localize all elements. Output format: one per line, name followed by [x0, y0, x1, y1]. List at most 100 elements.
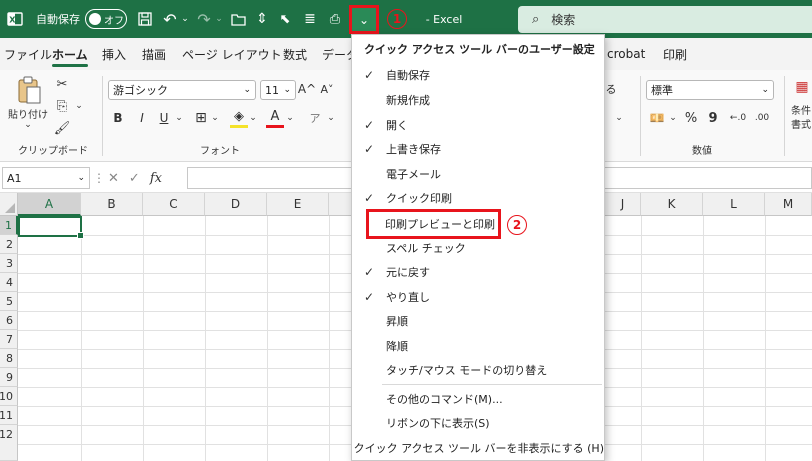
- cut-icon[interactable]: ✂: [52, 74, 72, 94]
- font-color-icon[interactable]: A: [266, 108, 284, 128]
- row-header-1[interactable]: 1: [0, 216, 18, 235]
- conditional-format-label-1[interactable]: 条件: [790, 102, 812, 117]
- shrink-font-button[interactable]: A˅: [318, 79, 336, 99]
- menu-item-quick-print[interactable]: ✓ クイック印刷: [352, 186, 604, 210]
- more-options-icon[interactable]: ⋮: [93, 169, 105, 187]
- paste-dropdown-icon[interactable]: ⌄: [20, 120, 36, 130]
- column-header-k[interactable]: K: [641, 193, 703, 216]
- name-box[interactable]: A1 ⌄: [2, 167, 90, 189]
- redo-dropdown-icon[interactable]: ⌄: [214, 0, 224, 38]
- fill-color-dropdown-icon[interactable]: ⌄: [248, 108, 258, 128]
- copy-dropdown-icon[interactable]: ⌄: [74, 98, 84, 114]
- menu-item-undo[interactable]: ✓ 元に戻す: [352, 260, 604, 284]
- underline-button[interactable]: U: [156, 108, 172, 128]
- row-header-11[interactable]: 11: [0, 406, 18, 425]
- number-format-select[interactable]: 標準 ⌄: [646, 80, 774, 100]
- redo-icon[interactable]: ↷: [194, 0, 214, 38]
- menu-item-print-preview[interactable]: 印刷プレビューと印刷: [366, 209, 501, 239]
- phonetic-icon[interactable]: ア: [306, 108, 324, 128]
- qat-customize-dropdown-button[interactable]: ⌄: [349, 5, 379, 34]
- menu-item-touch-mouse-mode[interactable]: タッチ/マウス モードの切り替え: [352, 358, 604, 382]
- grow-font-button[interactable]: A^: [298, 79, 316, 99]
- column-header-f[interactable]: [329, 193, 352, 216]
- column-header-c[interactable]: C: [143, 193, 205, 216]
- menu-item-sort-descending[interactable]: 降順: [352, 334, 604, 358]
- paste-button[interactable]: 貼り付け: [8, 106, 48, 121]
- tab-acrobat[interactable]: crobat: [607, 38, 645, 70]
- tab-formulas[interactable]: 数式: [283, 38, 307, 70]
- row-header-3[interactable]: 3: [0, 254, 18, 273]
- italic-button[interactable]: I: [134, 108, 150, 128]
- print-icon[interactable]: ⎙: [324, 0, 346, 38]
- column-header-d[interactable]: D: [205, 193, 267, 216]
- column-header-b[interactable]: B: [81, 193, 143, 216]
- save-icon[interactable]: [135, 0, 155, 38]
- column-header-a[interactable]: A: [18, 193, 81, 216]
- menu-item-hide-qat[interactable]: クイック アクセス ツール バーを非表示にする (H): [352, 436, 604, 460]
- menu-item-show-below-ribbon[interactable]: リボンの下に表示(S): [352, 411, 604, 435]
- cancel-icon[interactable]: ✕: [108, 171, 119, 186]
- bold-button[interactable]: B: [110, 108, 126, 128]
- insert-function-button[interactable]: fx: [150, 171, 162, 186]
- row-header-2[interactable]: 2: [0, 235, 18, 254]
- currency-dropdown-icon[interactable]: ⌄: [668, 108, 678, 128]
- pointer-icon[interactable]: ⬉: [276, 0, 294, 38]
- format-painter-icon[interactable]: 🖌: [52, 118, 72, 138]
- tab-file[interactable]: ファイル: [4, 38, 52, 70]
- paste-icon[interactable]: [14, 74, 44, 106]
- comma-button[interactable]: 9: [706, 108, 720, 128]
- form-icon[interactable]: ≣: [300, 0, 320, 38]
- phonetic-dropdown-icon[interactable]: ⌄: [326, 108, 336, 128]
- alignment-dropdown-icon[interactable]: ⌄: [614, 110, 624, 126]
- font-size-select[interactable]: 11 ⌄: [260, 80, 296, 100]
- select-all-button[interactable]: [0, 193, 18, 216]
- tab-draw[interactable]: 描画: [142, 38, 166, 70]
- fill-color-icon[interactable]: ◈: [230, 108, 248, 128]
- menu-item-redo[interactable]: ✓ やり直し: [352, 285, 604, 309]
- menu-item-more-commands[interactable]: その他のコマンド(M)...: [352, 387, 604, 411]
- undo-icon[interactable]: ↶: [160, 0, 180, 38]
- menu-item-new[interactable]: 新規作成: [352, 88, 604, 112]
- menu-item-autosave[interactable]: ✓ 自動保存: [352, 63, 604, 87]
- menu-item-sort-ascending[interactable]: 昇順: [352, 309, 604, 333]
- tab-page-layout[interactable]: ページ レイアウト: [182, 38, 282, 70]
- touch-mode-icon[interactable]: ⇕: [252, 0, 272, 38]
- row-header-10[interactable]: 10: [0, 387, 18, 406]
- menu-item-open[interactable]: ✓ 開く: [352, 113, 604, 137]
- percent-button[interactable]: %: [682, 108, 700, 128]
- copy-icon[interactable]: ⎘: [52, 96, 72, 116]
- conditional-format-label-2[interactable]: 書式: [790, 116, 812, 131]
- search-box[interactable]: ⌕ 検索: [518, 6, 812, 33]
- column-header-e[interactable]: E: [267, 193, 329, 216]
- row-header-9[interactable]: 9: [0, 368, 18, 387]
- border-dropdown-icon[interactable]: ⌄: [210, 108, 220, 128]
- menu-item-email[interactable]: 電子メール: [352, 162, 604, 186]
- tab-home[interactable]: ホーム: [52, 38, 88, 70]
- increase-decimal-icon[interactable]: ←.0: [728, 108, 748, 128]
- row-header-6[interactable]: 6: [0, 311, 18, 330]
- tab-insert[interactable]: 挿入: [102, 38, 126, 70]
- font-name-select[interactable]: 游ゴシック ⌄: [108, 80, 256, 100]
- menu-item-spell-check[interactable]: スペル チェック: [352, 236, 604, 260]
- undo-dropdown-icon[interactable]: ⌄: [180, 0, 190, 38]
- active-cell-a1[interactable]: [18, 216, 84, 239]
- conditional-format-icon[interactable]: ▦: [792, 76, 812, 98]
- decrease-decimal-icon[interactable]: .00: [752, 108, 772, 128]
- row-header-5[interactable]: 5: [0, 292, 18, 311]
- enter-icon[interactable]: ✓: [129, 171, 140, 186]
- currency-icon[interactable]: 💴: [648, 108, 666, 128]
- border-icon[interactable]: ⊞: [192, 108, 210, 128]
- underline-dropdown-icon[interactable]: ⌄: [174, 108, 184, 128]
- column-header-l[interactable]: L: [703, 193, 765, 216]
- row-header-4[interactable]: 4: [0, 273, 18, 292]
- column-header-j[interactable]: J: [605, 193, 641, 216]
- font-color-dropdown-icon[interactable]: ⌄: [285, 108, 295, 128]
- autosave-toggle[interactable]: オフ: [85, 9, 127, 29]
- row-header-8[interactable]: 8: [0, 349, 18, 368]
- menu-item-save[interactable]: ✓ 上書き保存: [352, 137, 604, 161]
- open-folder-icon[interactable]: [228, 0, 248, 38]
- row-header-12[interactable]: 12: [0, 425, 18, 461]
- column-header-m[interactable]: M: [765, 193, 812, 216]
- row-header-7[interactable]: 7: [0, 330, 18, 349]
- tab-print[interactable]: 印刷: [663, 38, 687, 70]
